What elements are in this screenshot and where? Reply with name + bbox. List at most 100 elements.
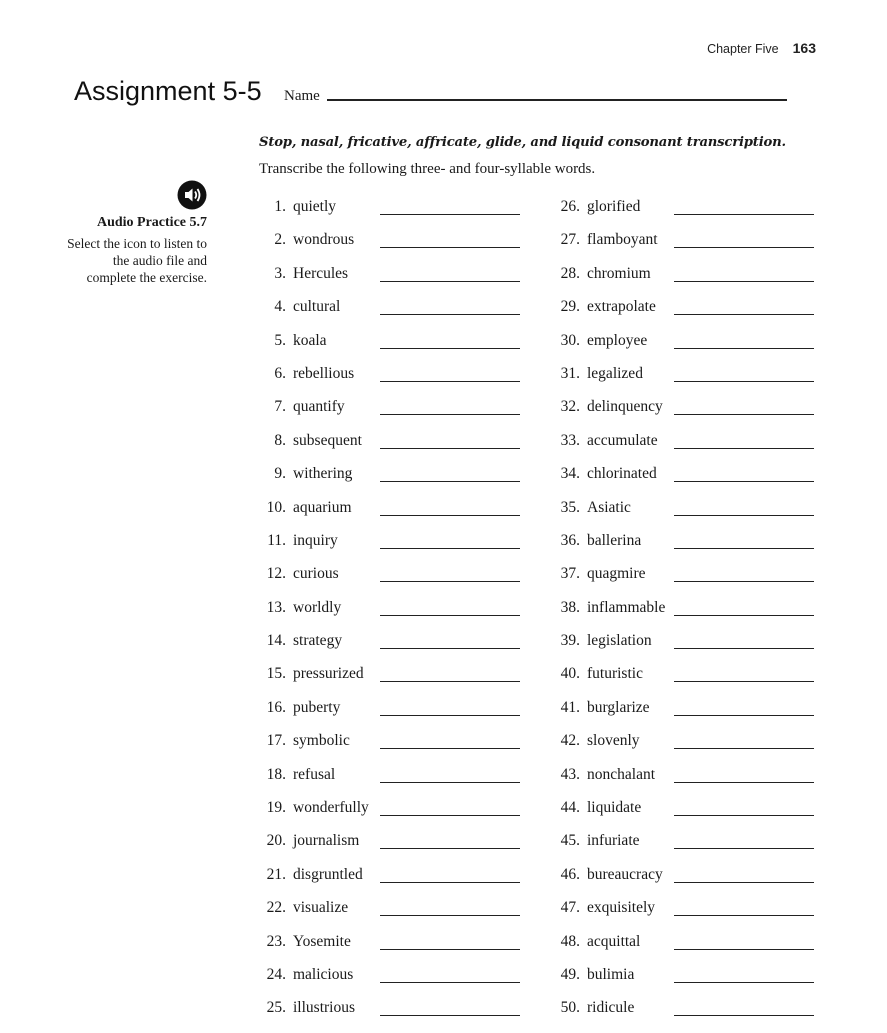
transcription-blank[interactable] xyxy=(380,799,520,817)
item-word: ballerina xyxy=(587,531,642,549)
transcription-blank[interactable] xyxy=(380,465,520,483)
transcription-blank[interactable] xyxy=(380,432,520,449)
word-item: 11. inquiry xyxy=(258,532,520,565)
item-word: wonderfully xyxy=(293,799,369,817)
item-number: 9. xyxy=(274,465,286,483)
transcription-blank[interactable] xyxy=(380,332,520,349)
transcription-blank[interactable] xyxy=(380,999,520,1017)
item-word: disgruntled xyxy=(293,865,363,883)
transcription-blank[interactable] xyxy=(380,231,520,249)
transcription-blank[interactable] xyxy=(380,532,520,549)
transcription-blank[interactable] xyxy=(674,365,814,382)
transcription-blank[interactable] xyxy=(380,198,520,215)
speaker-audio-icon[interactable] xyxy=(176,180,208,210)
transcription-blank[interactable] xyxy=(674,298,814,316)
name-blank-line[interactable] xyxy=(326,99,787,101)
transcription-blank[interactable] xyxy=(674,766,814,783)
transcription-blank[interactable] xyxy=(380,298,520,316)
transcription-blank[interactable] xyxy=(674,398,814,416)
transcription-blank[interactable] xyxy=(380,632,520,650)
item-word: cultural xyxy=(293,298,341,316)
item-number: 1. xyxy=(274,198,286,215)
transcription-blank[interactable] xyxy=(674,866,814,883)
transcription-blank[interactable] xyxy=(380,265,520,282)
item-number: 23. xyxy=(266,932,286,950)
transcription-blank[interactable] xyxy=(380,665,520,683)
item-word: pressurized xyxy=(293,665,364,683)
transcription-blank[interactable] xyxy=(674,332,814,349)
item-number: 7. xyxy=(274,398,286,416)
transcription-blank[interactable] xyxy=(674,231,814,249)
word-item: 50. ridicule xyxy=(552,999,814,1032)
transcription-blank[interactable] xyxy=(674,899,814,917)
transcription-blank[interactable] xyxy=(380,699,520,716)
transcription-blank[interactable] xyxy=(380,866,520,883)
transcription-blank[interactable] xyxy=(380,966,520,983)
item-word: nonchalant xyxy=(587,765,656,783)
transcription-blank[interactable] xyxy=(674,832,814,850)
transcription-blank[interactable] xyxy=(380,565,520,583)
item-word: symbolic xyxy=(293,732,350,750)
transcription-blank[interactable] xyxy=(674,265,814,282)
item-number: 30. xyxy=(560,331,580,349)
item-word: chromium xyxy=(587,264,651,282)
word-item: 47. exquisitely xyxy=(552,899,814,932)
item-word: subsequent xyxy=(293,431,362,449)
exercise-subtitle: Stop, nasal, fricative, affricate, glide… xyxy=(259,135,786,150)
transcription-blank[interactable] xyxy=(674,465,814,483)
word-item: 36. ballerina xyxy=(552,532,814,565)
word-item: 33. accumulate xyxy=(552,432,814,465)
word-item: 41. burglarize xyxy=(552,699,814,732)
item-number: 38. xyxy=(560,598,580,616)
item-word: futuristic xyxy=(587,665,643,683)
item-word: refusal xyxy=(293,765,336,783)
transcription-blank[interactable] xyxy=(674,665,814,683)
item-number: 42. xyxy=(560,732,580,750)
transcription-blank[interactable] xyxy=(674,499,814,516)
transcription-blank[interactable] xyxy=(380,732,520,750)
transcription-blank[interactable] xyxy=(674,966,814,983)
word-item: 13. worldly xyxy=(258,599,520,632)
word-item: 21. disgruntled xyxy=(258,866,520,899)
word-item: 10. aquarium xyxy=(258,499,520,532)
word-item: 28. chromium xyxy=(552,265,814,298)
item-word: legislation xyxy=(587,632,652,650)
transcription-blank[interactable] xyxy=(674,699,814,716)
word-item: 34. chlorinated xyxy=(552,465,814,498)
item-word: bulimia xyxy=(587,965,635,983)
transcription-blank[interactable] xyxy=(674,198,814,215)
item-word: glorified xyxy=(587,198,641,215)
item-number: 35. xyxy=(560,498,580,516)
item-word: Asiatic xyxy=(587,498,631,516)
transcription-blank[interactable] xyxy=(674,432,814,449)
transcription-blank[interactable] xyxy=(380,832,520,850)
transcription-blank[interactable] xyxy=(380,766,520,783)
transcription-blank[interactable] xyxy=(380,599,520,616)
transcription-blank[interactable] xyxy=(674,565,814,583)
transcription-blank[interactable] xyxy=(380,499,520,516)
transcription-blank[interactable] xyxy=(674,933,814,950)
item-word: employee xyxy=(587,331,648,349)
transcription-blank[interactable] xyxy=(674,732,814,750)
item-number: 24. xyxy=(266,965,286,983)
audio-practice-sidebar: Audio Practice 5.7 Select the icon to li… xyxy=(66,215,207,286)
transcription-blank[interactable] xyxy=(380,899,520,917)
item-word: journalism xyxy=(293,832,360,850)
transcription-blank[interactable] xyxy=(674,632,814,650)
transcription-blank[interactable] xyxy=(674,532,814,549)
item-word: quagmire xyxy=(587,565,646,583)
transcription-blank[interactable] xyxy=(674,599,814,616)
transcription-blank[interactable] xyxy=(674,999,814,1017)
word-item: 31. legalized xyxy=(552,365,814,398)
transcription-blank[interactable] xyxy=(380,398,520,416)
word-item: 14. strategy xyxy=(258,632,520,665)
item-word: acquittal xyxy=(587,932,641,950)
transcription-blank[interactable] xyxy=(674,799,814,817)
transcription-blank[interactable] xyxy=(380,365,520,382)
word-item: 18. refusal xyxy=(258,766,520,799)
exercise-instructions: Transcribe the following three- and four… xyxy=(259,161,596,177)
item-number: 48. xyxy=(560,932,580,950)
item-number: 19. xyxy=(266,799,286,817)
transcription-blank[interactable] xyxy=(380,933,520,950)
item-word: worldly xyxy=(293,598,342,616)
